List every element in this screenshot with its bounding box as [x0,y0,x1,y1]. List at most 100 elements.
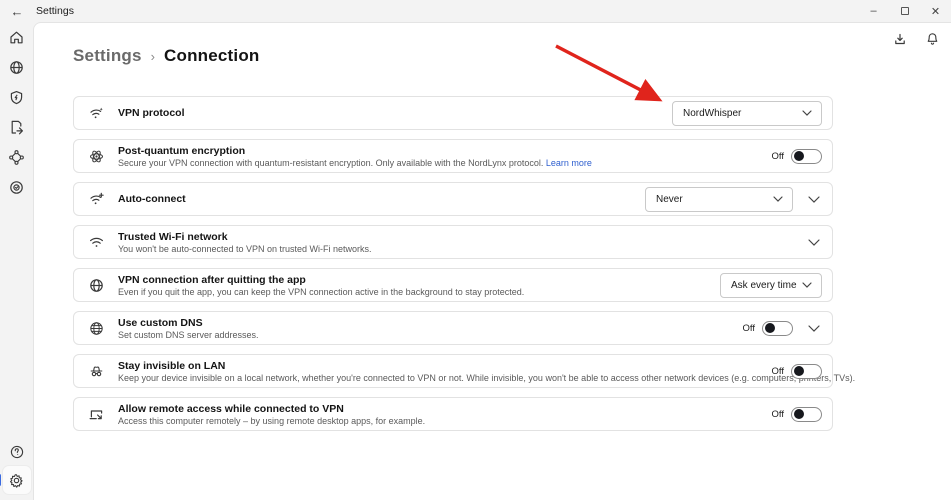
breadcrumb: Settings › Connection [73,46,260,66]
row-invisible-lan: Stay invisible on LAN Keep your device i… [73,354,833,388]
row-vpn-after-quit: VPN connection after quitting the app Ev… [73,268,833,302]
active-indicator [0,474,1,486]
remote-access-toggle[interactable] [791,407,822,422]
meshnet-icon [8,149,25,166]
chevron-down-icon [773,196,783,202]
download-button[interactable] [889,31,911,51]
wifi-icon [88,234,105,251]
chevron-down-icon [802,282,812,288]
toggle-knob [794,151,804,161]
post-quantum-toggle-group: Off [772,149,823,164]
content-top-icons [889,31,943,51]
toggle-state-label: Off [772,151,785,162]
back-button[interactable]: ← [2,4,32,19]
setting-description: Keep your device invisible on a local ne… [118,373,772,383]
file-export-icon [8,119,25,136]
remote-access-toggle-group: Off [772,407,823,422]
row-custom-dns: Use custom DNS Set custom DNS server add… [73,311,833,345]
setting-title: Allow remote access while connected to V… [118,403,425,415]
row-post-quantum: Post-quantum encryption Secure your VPN … [73,139,833,173]
invisible-lan-toggle-group: Off [772,364,823,379]
setting-description: Even if you quit the app, you can keep t… [118,287,524,297]
trusted-wifi-expander[interactable] [806,234,822,250]
sidebar [0,22,33,500]
auto-connect-expander[interactable] [806,191,822,207]
incognito-icon [88,363,105,380]
description-text: Secure your VPN connection with quantum-… [118,158,543,168]
invisible-lan-toggle[interactable] [791,364,822,379]
toggle-knob [765,323,775,333]
bell-icon [926,32,939,51]
globe-grid-icon [88,320,105,337]
maximize-icon [901,7,909,15]
vpn-protocol-value: NordWhisper [683,108,741,119]
breadcrumb-settings[interactable]: Settings [73,46,142,66]
toggle-knob [794,366,804,376]
window-controls: – ✕ [858,0,951,22]
chevron-down-icon [808,325,820,332]
setting-title: Post-quantum encryption [118,145,592,157]
custom-dns-expander[interactable] [806,320,822,336]
sidebar-item-threat-protection[interactable] [2,82,32,112]
custom-dns-toggle[interactable] [762,321,793,336]
row-auto-connect: Auto-connect Never [73,182,833,216]
sidebar-item-browse[interactable] [2,52,32,82]
notifications-button[interactable] [921,31,943,51]
vpn-protocol-select[interactable]: NordWhisper [672,101,822,126]
page-title: Connection [164,46,260,66]
wifi-plus-icon [88,191,105,208]
globe-icon [88,277,105,294]
breadcrumb-separator: › [151,49,155,64]
home-icon [8,29,25,46]
row-remote-access: Allow remote access while connected to V… [73,397,833,431]
window-title: Settings [36,5,74,17]
custom-dns-toggle-group: Off [743,321,794,336]
setting-title: Auto-connect [118,193,186,205]
atom-icon [88,148,105,165]
setting-title: Trusted Wi-Fi network [118,231,372,243]
target-check-icon [8,179,25,196]
settings-rows: VPN protocol NordWhisper Post-quantum en… [73,96,833,431]
row-vpn-protocol: VPN protocol NordWhisper [73,96,833,130]
toggle-state-label: Off [772,409,785,420]
chevron-down-icon [808,196,820,203]
setting-description: Set custom DNS server addresses. [118,330,259,340]
toggle-knob [794,409,804,419]
post-quantum-toggle[interactable] [791,149,822,164]
maximize-button[interactable] [889,0,920,22]
sidebar-item-help[interactable] [2,440,32,464]
close-button[interactable]: ✕ [920,0,951,22]
chevron-down-icon [808,239,820,246]
sidebar-item-home[interactable] [2,22,32,52]
nordvpn-settings-window: ← Settings – ✕ [0,0,951,500]
globe-icon [8,59,25,76]
titlebar: ← Settings – ✕ [0,0,951,22]
vpn-after-quit-value: Ask every time [731,280,797,291]
toggle-state-label: Off [772,366,785,377]
setting-description: Access this computer remotely – by using… [118,416,425,426]
auto-connect-select[interactable]: Never [645,187,793,212]
wifi-sparkle-icon [88,105,105,122]
setting-description: You won't be auto-connected to VPN on tr… [118,244,372,254]
auto-connect-value: Never [656,194,683,205]
sidebar-item-dedicated-ip[interactable] [2,172,32,202]
help-icon [9,444,25,460]
toggle-state-label: Off [743,323,756,334]
remote-desktop-icon [88,406,105,423]
sidebar-item-settings[interactable] [3,466,31,494]
setting-title: VPN protocol [118,107,185,119]
sidebar-bottom [2,440,32,500]
download-icon [893,32,907,51]
setting-title: Stay invisible on LAN [118,360,772,372]
minimize-button[interactable]: – [858,0,889,22]
setting-description: Secure your VPN connection with quantum-… [118,158,592,168]
content-area: Settings › Connection VPN protocol NordW… [33,22,951,500]
sidebar-item-split-tunneling[interactable] [2,112,32,142]
gear-icon [8,472,25,489]
setting-title: Use custom DNS [118,317,259,329]
setting-title: VPN connection after quitting the app [118,274,524,286]
sidebar-item-meshnet[interactable] [2,142,32,172]
learn-more-link[interactable]: Learn more [546,158,592,168]
shield-bolt-icon [8,89,25,106]
vpn-after-quit-select[interactable]: Ask every time [720,273,822,298]
